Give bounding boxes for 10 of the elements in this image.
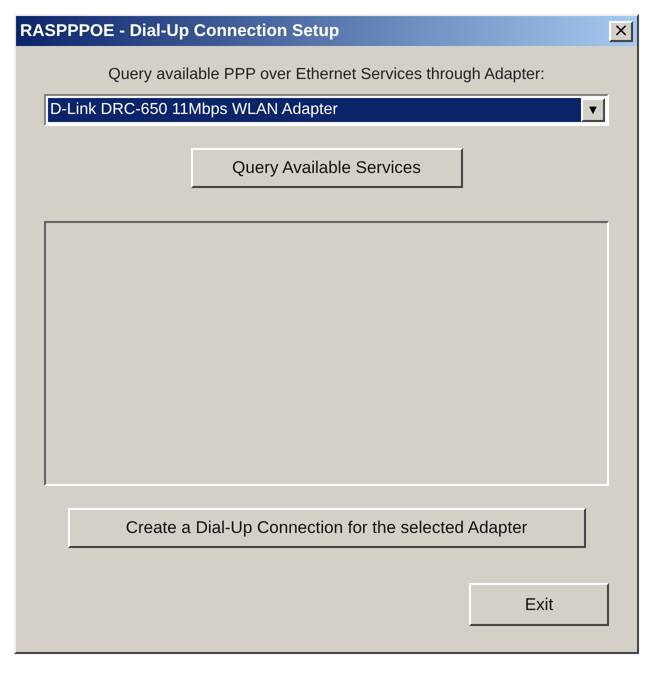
create-button[interactable]: Create a Dial-Up Connection for the selected Adapter	[68, 508, 586, 548]
close-button[interactable]: ×	[609, 20, 633, 42]
exit-button[interactable]: Exit	[469, 583, 609, 626]
query-button[interactable]: Query Available Services	[190, 148, 462, 188]
adapter-dropdown[interactable]: D-Link DRC-650 11Mbps WLAN Adapter ▼	[44, 94, 609, 126]
adapter-label: Query available PPP over Ethernet Services through Adapter:	[108, 66, 545, 84]
window-title: RASPPPOE - Dial-Up Connection Setup	[20, 21, 340, 41]
dropdown-value: D-Link DRC-650 11Mbps WLAN Adapter	[48, 98, 581, 122]
dropdown-arrow-button[interactable]: ▼	[581, 98, 605, 122]
services-list[interactable]	[44, 221, 609, 486]
